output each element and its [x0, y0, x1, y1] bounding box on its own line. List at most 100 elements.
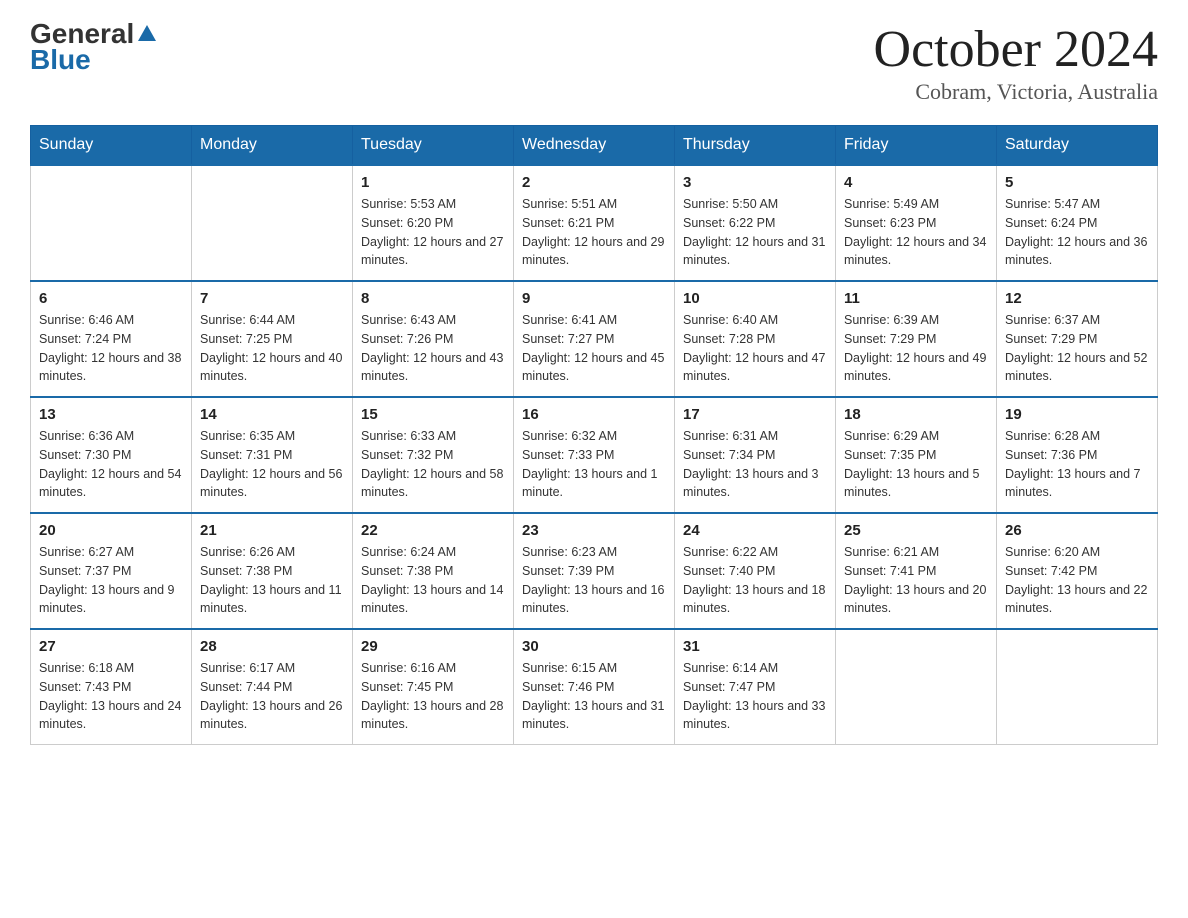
day-number: 10 [683, 290, 827, 307]
day-info: Sunrise: 6:40 AMSunset: 7:28 PMDaylight:… [683, 311, 827, 386]
day-number: 27 [39, 638, 183, 655]
day-number: 13 [39, 406, 183, 423]
day-info: Sunrise: 6:41 AMSunset: 7:27 PMDaylight:… [522, 311, 666, 386]
day-info: Sunrise: 5:47 AMSunset: 6:24 PMDaylight:… [1005, 195, 1149, 270]
day-number: 21 [200, 522, 344, 539]
day-info: Sunrise: 6:14 AMSunset: 7:47 PMDaylight:… [683, 659, 827, 734]
day-number: 18 [844, 406, 988, 423]
calendar-cell: 10 Sunrise: 6:40 AMSunset: 7:28 PMDayligh… [675, 281, 836, 397]
calendar-cell: 29 Sunrise: 6:16 AMSunset: 7:45 PMDayligh… [353, 629, 514, 745]
calendar-cell: 17 Sunrise: 6:31 AMSunset: 7:34 PMDayligh… [675, 397, 836, 513]
day-info: Sunrise: 6:31 AMSunset: 7:34 PMDaylight:… [683, 427, 827, 502]
title-area: October 2024 Cobram, Victoria, Australia [874, 20, 1158, 105]
calendar-cell: 2Sunrise: 5:51 AMSunset: 6:21 PMDaylight… [514, 165, 675, 281]
calendar-header-row: SundayMondayTuesdayWednesdayThursdayFrid… [31, 126, 1158, 166]
day-number: 29 [361, 638, 505, 655]
day-info: Sunrise: 6:29 AMSunset: 7:35 PMDaylight:… [844, 427, 988, 502]
calendar-cell [997, 629, 1158, 745]
month-title: October 2024 [874, 20, 1158, 79]
day-info: Sunrise: 6:35 AMSunset: 7:31 PMDaylight:… [200, 427, 344, 502]
day-number: 12 [1005, 290, 1149, 307]
calendar-cell: 12 Sunrise: 6:37 AMSunset: 7:29 PMDayligh… [997, 281, 1158, 397]
calendar-week-row: 1 Sunrise: 5:53 AMSunset: 6:20 PMDaylight… [31, 165, 1158, 281]
day-info: Sunrise: 6:26 AMSunset: 7:38 PMDaylight:… [200, 543, 344, 618]
calendar-week-row: 20Sunrise: 6:27 AMSunset: 7:37 PMDayligh… [31, 513, 1158, 629]
day-number: 28 [200, 638, 344, 655]
day-info: Sunrise: 6:28 AMSunset: 7:36 PMDaylight:… [1005, 427, 1149, 502]
calendar-cell: 7 Sunrise: 6:44 AMSunset: 7:25 PMDaylight… [192, 281, 353, 397]
day-number: 3 [683, 174, 827, 191]
day-number: 15 [361, 406, 505, 423]
calendar-cell: 6Sunrise: 6:46 AMSunset: 7:24 PMDaylight… [31, 281, 192, 397]
calendar-header-saturday: Saturday [997, 126, 1158, 166]
day-info: Sunrise: 6:36 AMSunset: 7:30 PMDaylight:… [39, 427, 183, 502]
day-info: Sunrise: 6:15 AMSunset: 7:46 PMDaylight:… [522, 659, 666, 734]
day-info: Sunrise: 6:21 AMSunset: 7:41 PMDaylight:… [844, 543, 988, 618]
calendar-cell: 23 Sunrise: 6:23 AMSunset: 7:39 PMDayligh… [514, 513, 675, 629]
day-info: Sunrise: 6:22 AMSunset: 7:40 PMDaylight:… [683, 543, 827, 618]
day-number: 23 [522, 522, 666, 539]
calendar-cell: 8 Sunrise: 6:43 AMSunset: 7:26 PMDaylight… [353, 281, 514, 397]
calendar-cell: 3 Sunrise: 5:50 AMSunset: 6:22 PMDaylight… [675, 165, 836, 281]
calendar-cell: 30 Sunrise: 6:15 AMSunset: 7:46 PMDayligh… [514, 629, 675, 745]
day-info: Sunrise: 5:51 AMSunset: 6:21 PMDaylight:… [522, 195, 666, 270]
calendar-cell: 20Sunrise: 6:27 AMSunset: 7:37 PMDayligh… [31, 513, 192, 629]
day-info: Sunrise: 6:17 AMSunset: 7:44 PMDaylight:… [200, 659, 344, 734]
day-number: 19 [1005, 406, 1149, 423]
day-number: 31 [683, 638, 827, 655]
calendar-header-thursday: Thursday [675, 126, 836, 166]
calendar-table: SundayMondayTuesdayWednesdayThursdayFrid… [30, 125, 1158, 745]
day-number: 5 [1005, 174, 1149, 191]
day-info: Sunrise: 6:32 AMSunset: 7:33 PMDaylight:… [522, 427, 666, 502]
day-number: 7 [200, 290, 344, 307]
calendar-cell: 9 Sunrise: 6:41 AMSunset: 7:27 PMDaylight… [514, 281, 675, 397]
day-info: Sunrise: 5:49 AMSunset: 6:23 PMDaylight:… [844, 195, 988, 270]
calendar-week-row: 27Sunrise: 6:18 AMSunset: 7:43 PMDayligh… [31, 629, 1158, 745]
calendar-cell: 1 Sunrise: 5:53 AMSunset: 6:20 PMDaylight… [353, 165, 514, 281]
calendar-header-monday: Monday [192, 126, 353, 166]
day-info: Sunrise: 6:44 AMSunset: 7:25 PMDaylight:… [200, 311, 344, 386]
calendar-cell: 15 Sunrise: 6:33 AMSunset: 7:32 PMDayligh… [353, 397, 514, 513]
day-number: 11 [844, 290, 988, 307]
calendar-cell: 21 Sunrise: 6:26 AMSunset: 7:38 PMDayligh… [192, 513, 353, 629]
day-number: 17 [683, 406, 827, 423]
day-number: 22 [361, 522, 505, 539]
day-number: 9 [522, 290, 666, 307]
day-number: 8 [361, 290, 505, 307]
day-number: 1 [361, 174, 505, 191]
calendar-cell: 14 Sunrise: 6:35 AMSunset: 7:31 PMDayligh… [192, 397, 353, 513]
calendar-header-wednesday: Wednesday [514, 126, 675, 166]
day-info: Sunrise: 5:53 AMSunset: 6:20 PMDaylight:… [361, 195, 505, 270]
calendar-cell: 22Sunrise: 6:24 AMSunset: 7:38 PMDayligh… [353, 513, 514, 629]
day-info: Sunrise: 6:20 AMSunset: 7:42 PMDaylight:… [1005, 543, 1149, 618]
day-number: 4 [844, 174, 988, 191]
calendar-week-row: 6Sunrise: 6:46 AMSunset: 7:24 PMDaylight… [31, 281, 1158, 397]
calendar-cell: 31 Sunrise: 6:14 AMSunset: 7:47 PMDayligh… [675, 629, 836, 745]
day-number: 16 [522, 406, 666, 423]
day-info: Sunrise: 5:50 AMSunset: 6:22 PMDaylight:… [683, 195, 827, 270]
day-number: 26 [1005, 522, 1149, 539]
logo-area: General Blue [30, 20, 160, 76]
day-info: Sunrise: 6:37 AMSunset: 7:29 PMDaylight:… [1005, 311, 1149, 386]
calendar-cell [836, 629, 997, 745]
calendar-cell [192, 165, 353, 281]
calendar-cell: 16 Sunrise: 6:32 AMSunset: 7:33 PMDayligh… [514, 397, 675, 513]
day-number: 14 [200, 406, 344, 423]
day-info: Sunrise: 6:23 AMSunset: 7:39 PMDaylight:… [522, 543, 666, 618]
location-text: Cobram, Victoria, Australia [874, 79, 1158, 105]
day-info: Sunrise: 6:43 AMSunset: 7:26 PMDaylight:… [361, 311, 505, 386]
calendar-header-friday: Friday [836, 126, 997, 166]
calendar-cell: 19 Sunrise: 6:28 AMSunset: 7:36 PMDayligh… [997, 397, 1158, 513]
day-number: 6 [39, 290, 183, 307]
day-info: Sunrise: 6:39 AMSunset: 7:29 PMDaylight:… [844, 311, 988, 386]
day-info: Sunrise: 6:16 AMSunset: 7:45 PMDaylight:… [361, 659, 505, 734]
calendar-cell: 25 Sunrise: 6:21 AMSunset: 7:41 PMDayligh… [836, 513, 997, 629]
calendar-week-row: 13 Sunrise: 6:36 AMSunset: 7:30 PMDayligh… [31, 397, 1158, 513]
day-info: Sunrise: 6:27 AMSunset: 7:37 PMDaylight:… [39, 543, 183, 618]
calendar-header-sunday: Sunday [31, 126, 192, 166]
day-info: Sunrise: 6:33 AMSunset: 7:32 PMDaylight:… [361, 427, 505, 502]
calendar-cell: 4 Sunrise: 5:49 AMSunset: 6:23 PMDaylight… [836, 165, 997, 281]
calendar-cell: 28 Sunrise: 6:17 AMSunset: 7:44 PMDayligh… [192, 629, 353, 745]
day-number: 30 [522, 638, 666, 655]
day-number: 25 [844, 522, 988, 539]
